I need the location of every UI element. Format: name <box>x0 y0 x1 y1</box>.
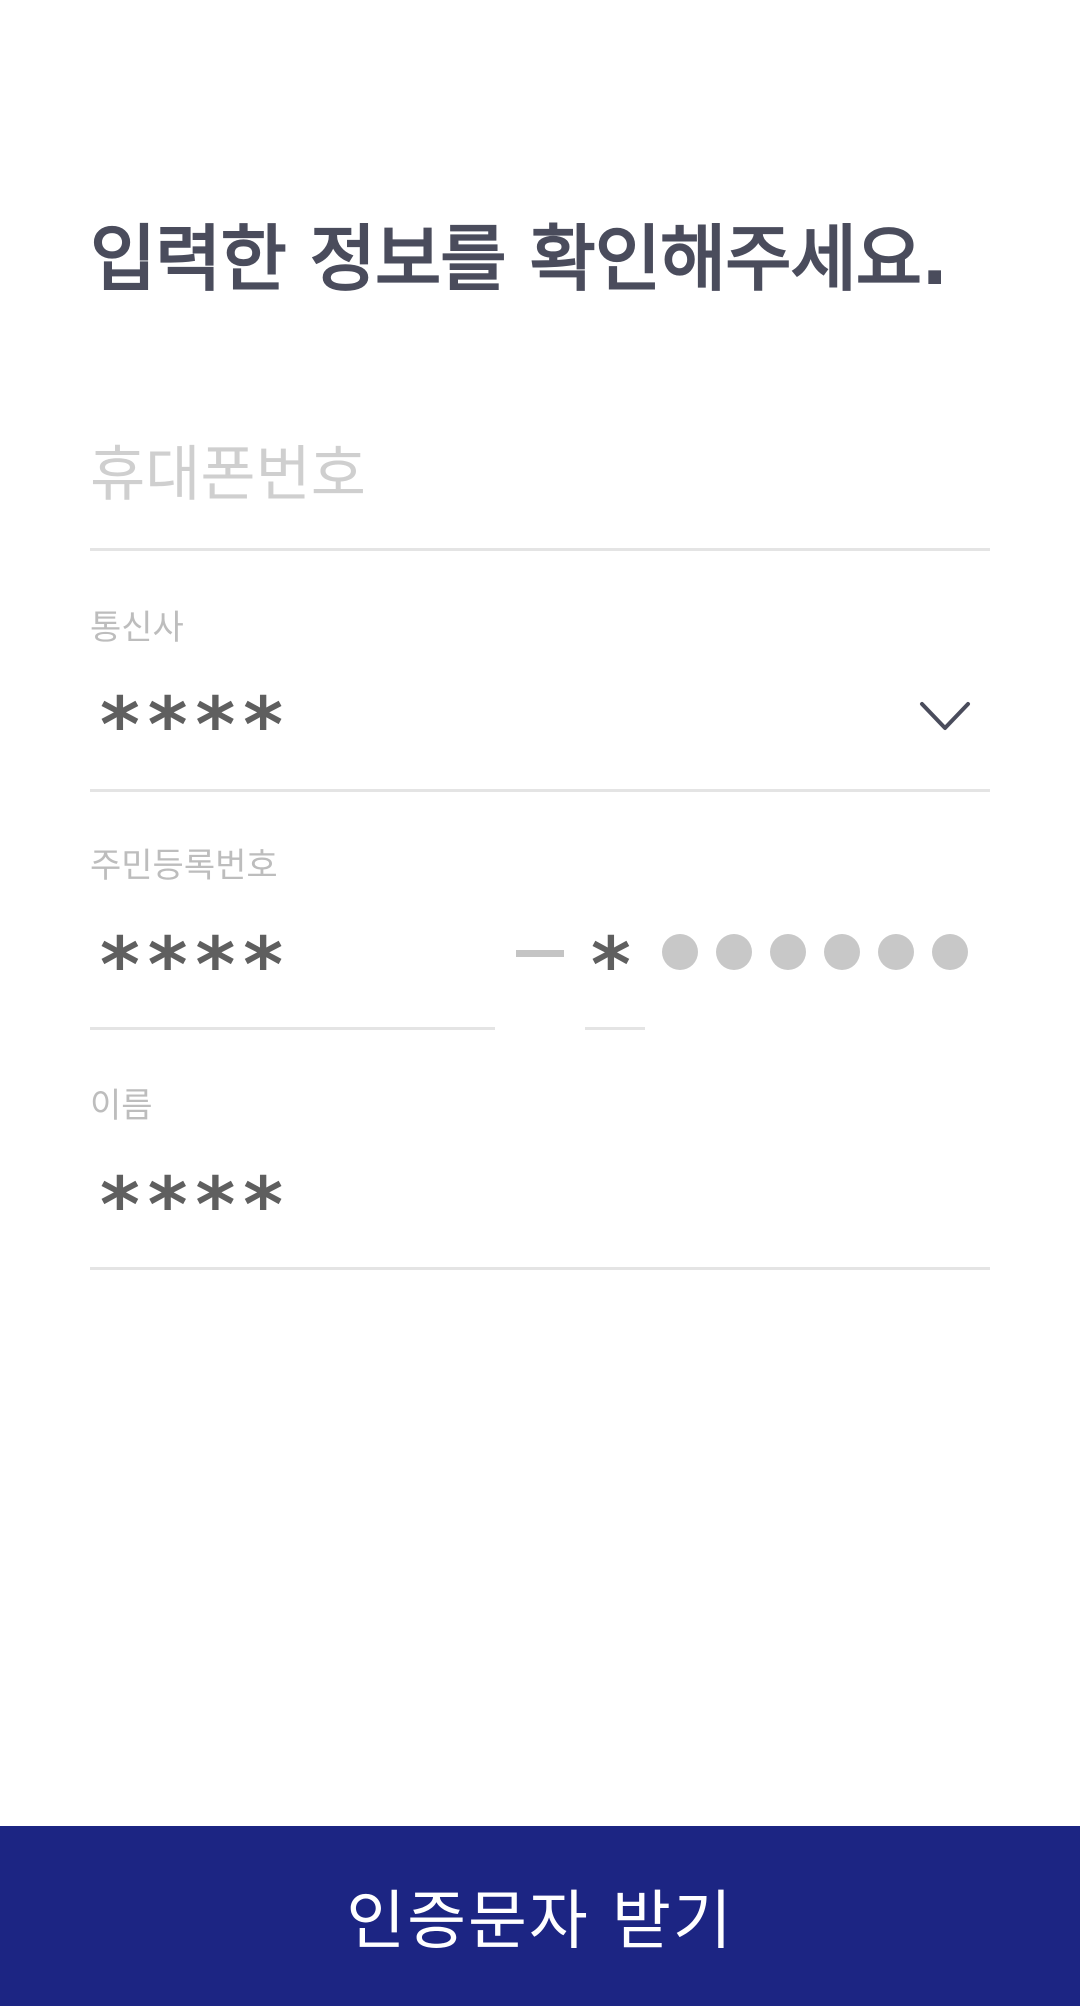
name-input[interactable]: **** <box>90 1160 990 1270</box>
resident-number-back-first-value: * <box>591 920 639 1009</box>
hidden-digit-dot <box>770 934 806 970</box>
hidden-digit-dot <box>662 934 698 970</box>
name-label: 이름 <box>90 1086 153 1126</box>
chevron-down-icon[interactable] <box>918 700 972 734</box>
carrier-value: **** <box>100 680 291 769</box>
name-underline <box>90 1267 990 1270</box>
hidden-digit-dot <box>878 934 914 970</box>
resident-number-front-value: **** <box>100 920 291 1009</box>
resident-number-back-input[interactable]: * <box>585 920 645 1030</box>
hidden-digit-dot <box>716 934 752 970</box>
verification-screen: 입력한 정보를 확인해주세요. 통신사 **** 주민등록번호 **** * 이… <box>0 0 1080 2006</box>
carrier-label: 통신사 <box>90 608 184 648</box>
page-title: 입력한 정보를 확인해주세요. <box>90 217 948 301</box>
name-value: **** <box>100 1160 291 1249</box>
resident-number-hidden-digits <box>662 934 968 970</box>
phone-number-input[interactable] <box>90 420 990 530</box>
resident-number-separator <box>516 950 564 957</box>
hidden-digit-dot <box>932 934 968 970</box>
resident-number-back-underline <box>585 1027 645 1030</box>
carrier-select[interactable]: **** <box>90 680 990 790</box>
resident-number-front-underline <box>90 1027 495 1030</box>
resident-number-front-input[interactable]: **** <box>90 920 495 1030</box>
phone-number-underline <box>90 548 990 551</box>
hidden-digit-dot <box>824 934 860 970</box>
request-verification-sms-button[interactable]: 인증문자 받기 <box>0 1826 1080 2006</box>
resident-number-label: 주민등록번호 <box>90 846 278 886</box>
carrier-underline <box>90 789 990 792</box>
